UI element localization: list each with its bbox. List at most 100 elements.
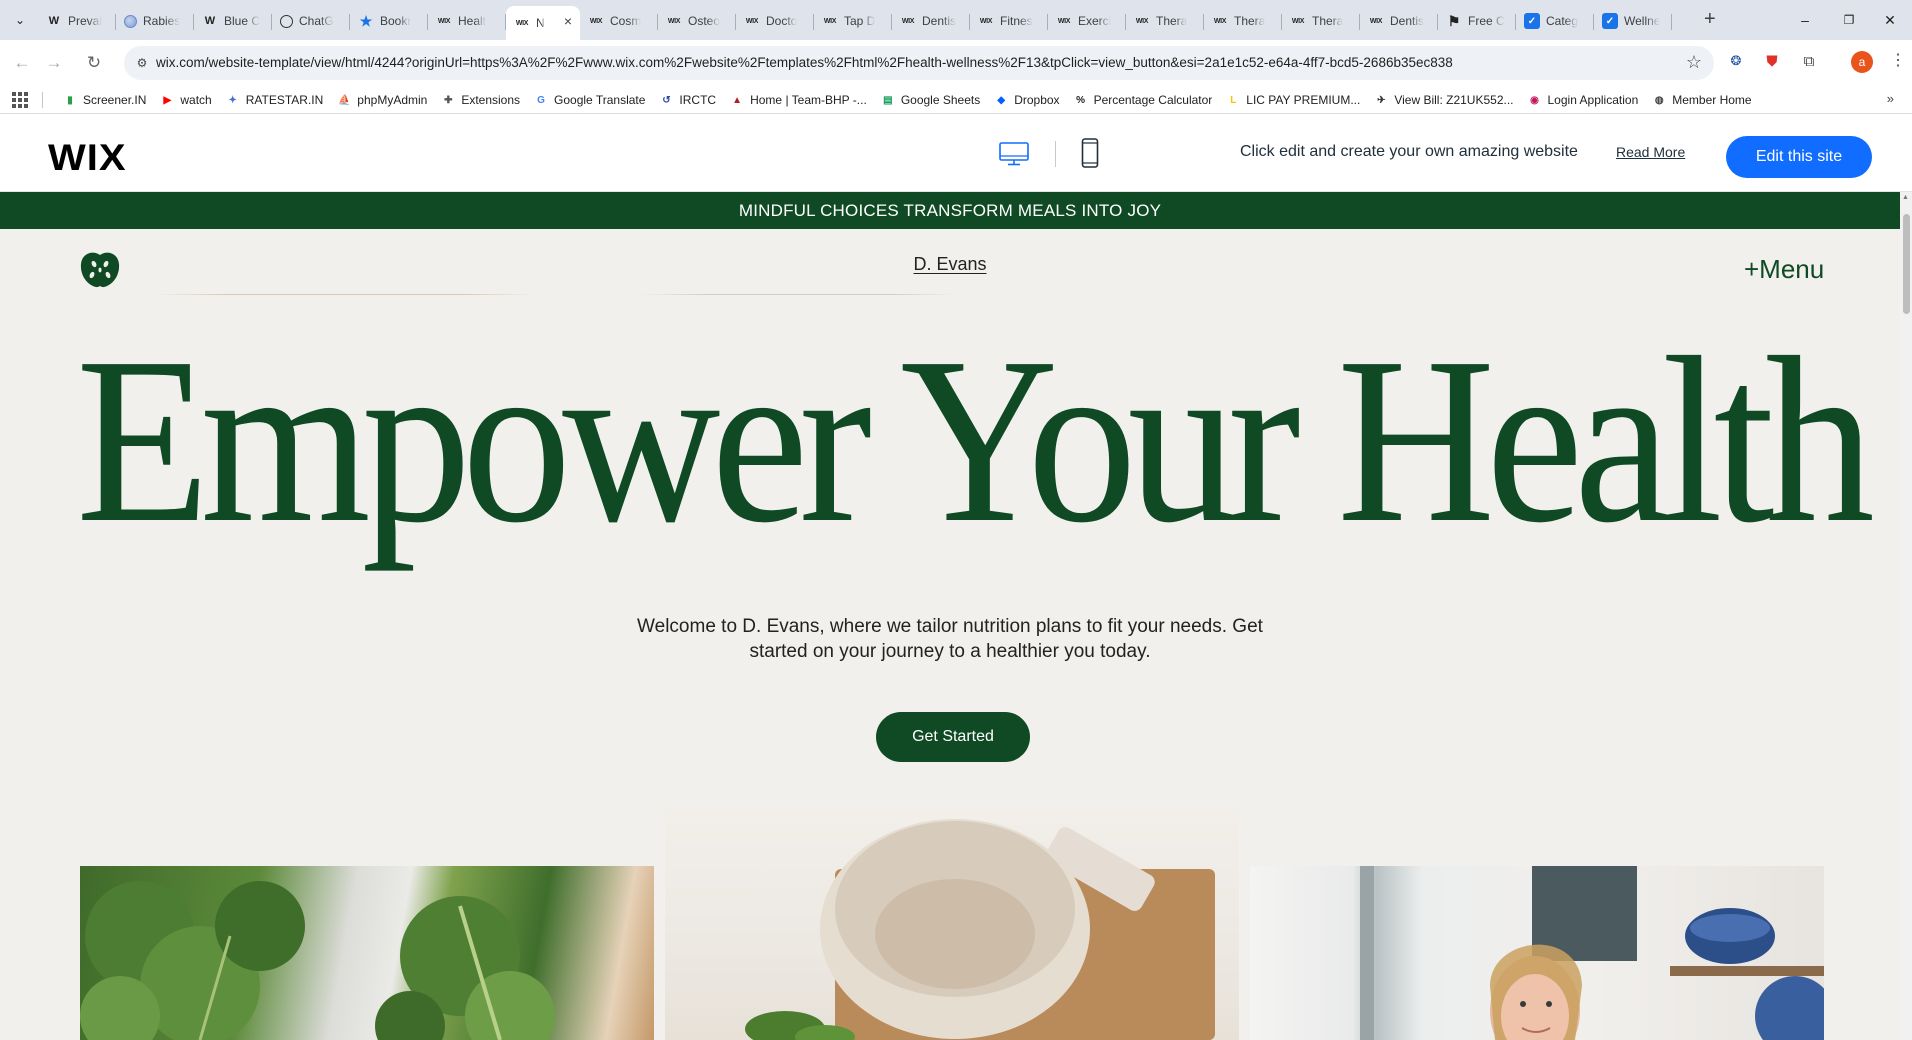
bookmark-label: Login Application	[1547, 93, 1639, 107]
site-logo-icon[interactable]	[79, 251, 121, 289]
wix-tagline: Click edit and create your own amazing w…	[1240, 143, 1578, 160]
tab-title: Healt	[458, 14, 487, 28]
teambhp-icon: ▲	[732, 94, 743, 106]
bookmark-label: phpMyAdmin	[357, 93, 428, 107]
tab-search-dropdown-icon[interactable]: ⌄	[8, 8, 32, 32]
close-window-button[interactable]: ✕	[1864, 0, 1912, 40]
browser-tab[interactable]: WIX Tap D	[814, 6, 892, 36]
browser-tab[interactable]: WIX Osteo	[658, 6, 736, 36]
intro-text: Welcome to D. Evans, where we tailor nut…	[637, 616, 1263, 662]
bookmark-label: Member Home	[1672, 93, 1752, 107]
omnibox[interactable]: ⚙ wix.com/website-template/view/html/424…	[124, 46, 1714, 80]
url-text[interactable]: wix.com/website-template/view/html/4244?…	[156, 55, 1453, 70]
bookmark-label: View Bill: Z21UK552...	[1394, 93, 1514, 107]
tab-title: Fitnes	[1000, 14, 1033, 28]
browser-tab[interactable]: ⚑ Free C	[1438, 6, 1516, 36]
browser-tab[interactable]: WIX Dentis	[892, 6, 970, 36]
percent-icon: %	[1076, 94, 1086, 106]
puzzle-icon: ✚	[444, 94, 453, 106]
device-divider	[1055, 141, 1056, 167]
tab-title: Dentis	[922, 14, 957, 28]
tab-title: Tap D	[844, 14, 876, 28]
bookmark-label: watch	[180, 93, 212, 107]
browser-tab[interactable]: WIX Thera	[1204, 6, 1282, 36]
apps-grid-icon[interactable]	[12, 92, 28, 108]
mobile-view-icon[interactable]	[1081, 138, 1099, 168]
scroll-up-arrow-icon[interactable]: ▲	[1902, 194, 1909, 201]
browser-tab[interactable]: ✓ Wellne	[1594, 6, 1672, 36]
bookmark-item[interactable]: ◍ Member Home	[1645, 86, 1758, 114]
scrollbar-thumb[interactable]	[1903, 214, 1910, 314]
browser-tab[interactable]: W Blue C	[194, 6, 272, 36]
browser-tab[interactable]: WIX Cosm	[580, 6, 658, 36]
bookmark-item[interactable]: ◉ Login Application	[1521, 86, 1646, 114]
desktop-view-icon[interactable]	[999, 142, 1029, 166]
bookmark-item[interactable]: ▶ watch	[153, 86, 218, 114]
free-icon: ⚑	[1447, 12, 1461, 29]
tab-list: W Preval Rabies W Blue C ChatG ★ Bookr WIX Healt W…	[38, 6, 1672, 40]
bookmark-item[interactable]: ✚ Extensions	[434, 86, 527, 114]
bookmark-item[interactable]: ▲ Home | Team-BHP -...	[723, 86, 874, 114]
youtube-icon: ▶	[163, 94, 172, 106]
browser-tab[interactable]: Rabies	[116, 6, 194, 36]
site-info-icon[interactable]: ⚙	[134, 55, 150, 71]
bookmark-item[interactable]: ◆ Dropbox	[987, 86, 1066, 114]
bookmark-item[interactable]: G Google Translate	[527, 86, 652, 114]
extensions-puzzle-icon[interactable]: ⧉	[1799, 51, 1819, 71]
bookmark-item[interactable]: ↺ IRCTC	[652, 86, 723, 114]
sheets-icon: ▤	[883, 94, 893, 106]
new-tab-button[interactable]: +	[1704, 8, 1716, 30]
dropbox-icon: ◆	[997, 94, 1006, 106]
bookmark-item[interactable]: % Percentage Calculator	[1067, 86, 1220, 114]
back-icon[interactable]: ←	[10, 51, 34, 75]
tab-title: Exerci	[1078, 14, 1112, 28]
menu-button[interactable]: +Menu	[1744, 254, 1824, 285]
browser-tab[interactable]: ★ Bookr	[350, 6, 428, 36]
tab-title: Thera	[1156, 14, 1188, 28]
address-bar-row: ← → ↻ ⚙ wix.com/website-template/view/ht…	[0, 40, 1912, 86]
tab-title: Thera	[1234, 14, 1266, 28]
bookmark-item[interactable]: ✦ RATESTAR.IN	[219, 86, 331, 114]
profile-avatar[interactable]: a	[1851, 51, 1873, 73]
browser-tab[interactable]: WIX Dentis	[1360, 6, 1438, 36]
edit-this-site-button[interactable]: Edit this site	[1726, 136, 1872, 178]
brave-shield-icon[interactable]: ⛊	[1762, 51, 1782, 71]
bookmark-star-icon[interactable]: ☆	[1686, 52, 1702, 73]
browser-tab[interactable]: WIX Exerci	[1048, 6, 1126, 36]
browser-tab-active[interactable]: WIX N ×	[506, 6, 580, 40]
browser-tab[interactable]: ChatG	[272, 6, 350, 36]
browser-tab[interactable]: W Preval	[38, 6, 116, 36]
bookmark-item[interactable]: ▤ Google Sheets	[874, 86, 987, 114]
get-started-button[interactable]: Get Started	[876, 712, 1030, 762]
browser-tab[interactable]: WIX Thera	[1126, 6, 1204, 36]
reload-icon[interactable]: ↻	[82, 51, 106, 75]
tab-title: ChatG	[299, 14, 334, 28]
bookmark-item[interactable]: L LIC PAY PREMIUM...	[1219, 86, 1367, 114]
wix-icon: WIX	[979, 17, 993, 25]
bookmark-list: ▮ Screener.IN ▶ watch ✦ RATESTAR.IN ⛵ phpMyAdmi…	[56, 86, 1759, 114]
bookmark-label: IRCTC	[679, 93, 717, 107]
browser-tab[interactable]: WIX Docto	[736, 6, 814, 36]
browser-tab[interactable]: WIX Fitnes	[970, 6, 1048, 36]
tab-title: Thera	[1312, 14, 1344, 28]
forward-icon[interactable]: →	[42, 51, 66, 75]
wix-logo[interactable]: WIX	[48, 138, 127, 179]
tab-title: Categ	[1546, 14, 1579, 28]
page-scrollbar[interactable]	[1900, 192, 1912, 1040]
browser-menu-icon[interactable]: ⋮	[1890, 50, 1906, 70]
wix-icon: WIX	[437, 17, 451, 25]
brand-link[interactable]: D. Evans	[913, 254, 986, 275]
extension-icon[interactable]: ❂	[1726, 51, 1746, 71]
close-tab-icon[interactable]: ×	[564, 13, 572, 29]
browser-tab[interactable]: WIX Thera	[1282, 6, 1360, 36]
read-more-link[interactable]: Read More	[1616, 144, 1685, 160]
browser-tab[interactable]: ✓ Categ	[1516, 6, 1594, 36]
chatgpt-icon	[280, 14, 293, 28]
bookmark-item[interactable]: ⛵ phpMyAdmin	[330, 86, 434, 114]
browser-tab[interactable]: WIX Healt	[428, 6, 506, 36]
wix-icon: WIX	[901, 17, 915, 25]
bookmark-item[interactable]: ▮ Screener.IN	[56, 86, 153, 114]
wix-icon: WIX	[1369, 17, 1383, 25]
more-bookmarks-icon[interactable]: »	[1887, 91, 1894, 106]
bookmark-item[interactable]: ✈ View Bill: Z21UK552...	[1367, 86, 1520, 114]
